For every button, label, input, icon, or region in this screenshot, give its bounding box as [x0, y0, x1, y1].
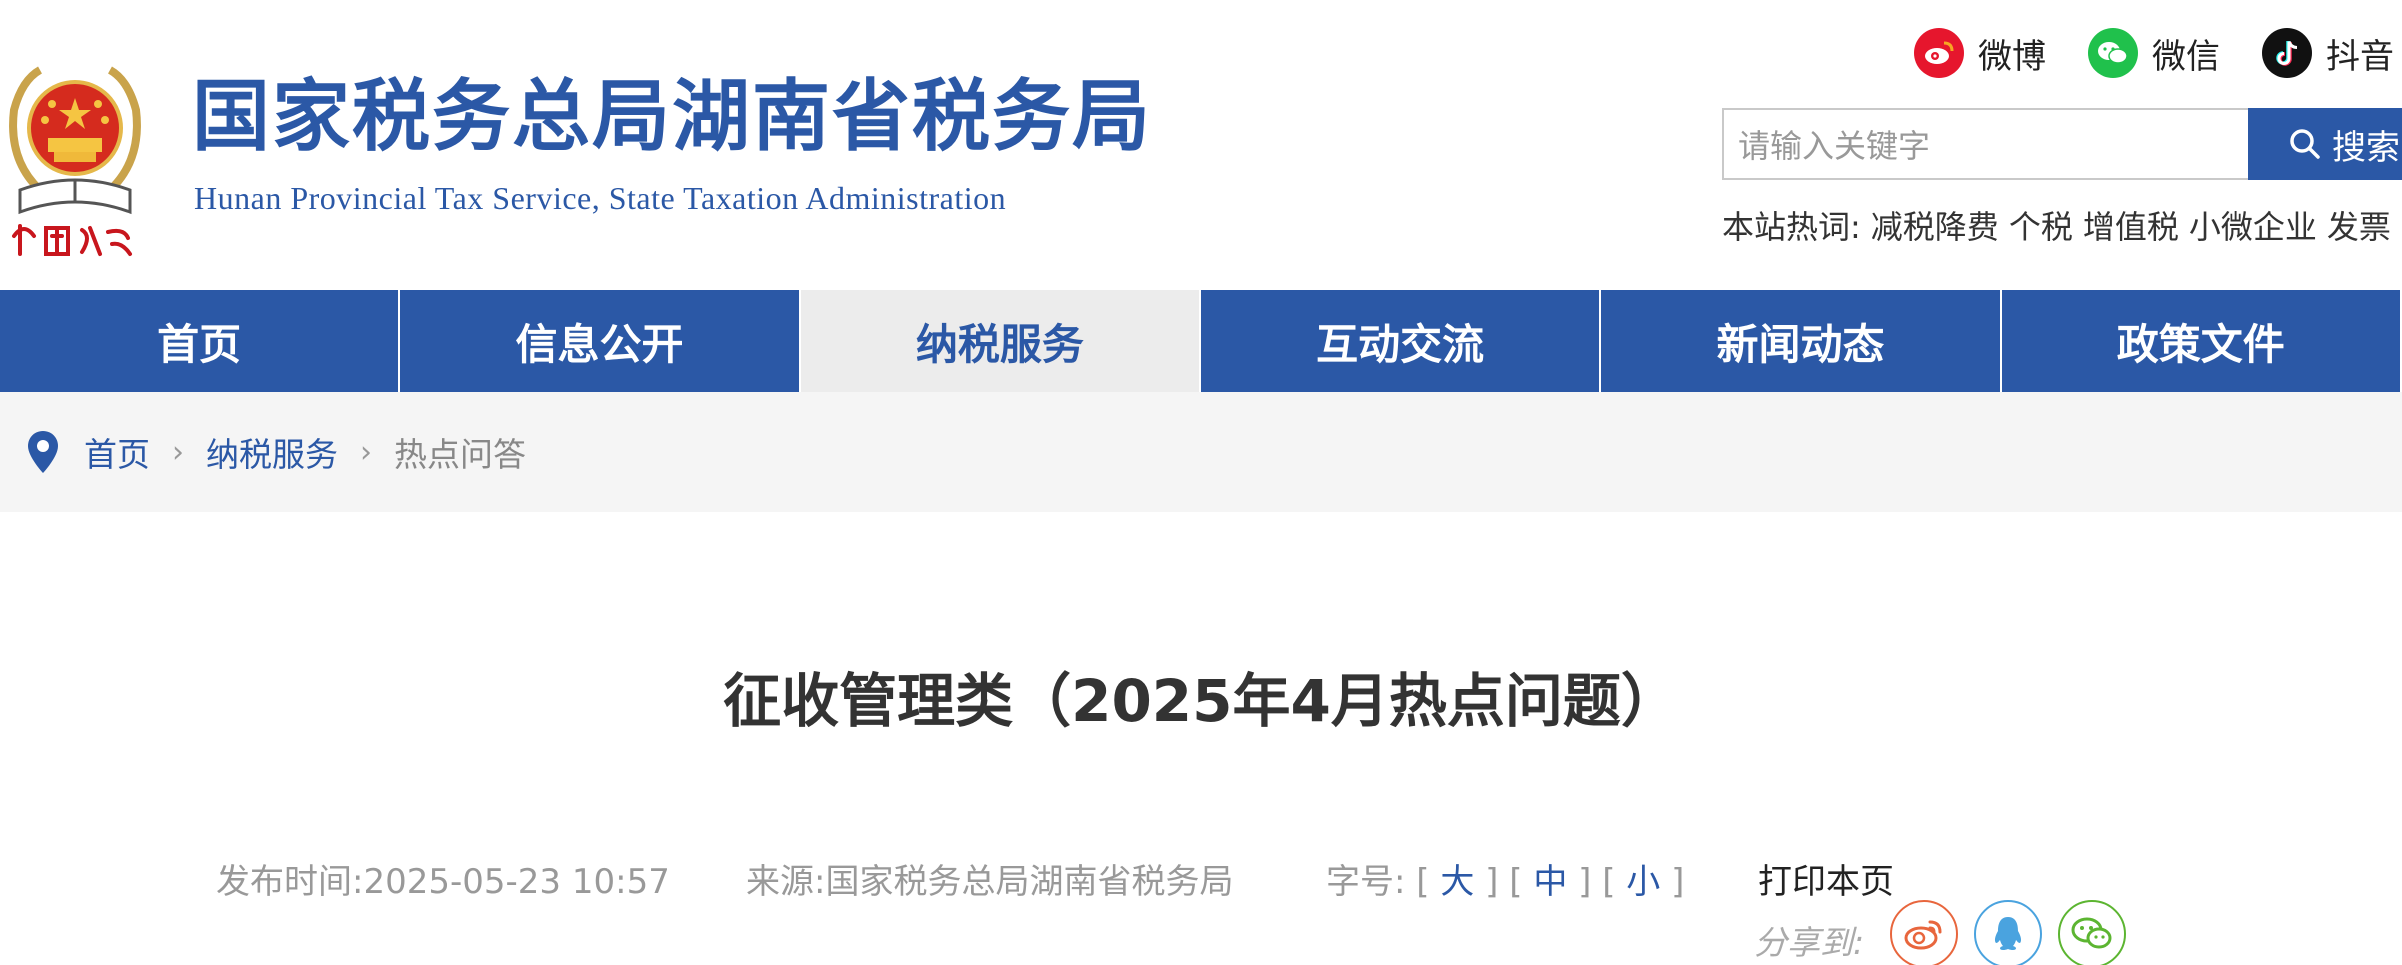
nav-item-policy-docs[interactable]: 政策文件: [2002, 290, 2402, 392]
site-subtitle: Hunan Provincial Tax Service, State Taxa…: [194, 180, 1007, 216]
publish-time: 发布时间:2025-05-23 10:57: [216, 854, 670, 903]
search-icon: [2290, 129, 2320, 159]
font-size-label: 字号:: [1326, 862, 1406, 902]
search-button-label: 搜索: [2332, 127, 2400, 168]
breadcrumb: 首页 › 纳税服务 › 热点问答: [0, 392, 2402, 512]
wechat-link[interactable]: 微信: [2088, 28, 2220, 78]
hotword-link[interactable]: 小微企业: [2189, 202, 2317, 248]
hotwords-label: 本站热词:: [1722, 208, 1861, 246]
font-size-small[interactable]: 小: [1626, 862, 1660, 902]
source-label: 来源:: [746, 862, 826, 902]
nav-item-info-disclosure[interactable]: 信息公开: [400, 290, 801, 392]
wechat-icon: [2088, 28, 2138, 78]
breadcrumb-tax-service[interactable]: 纳税服务: [206, 428, 338, 476]
share-qq-button[interactable]: [1974, 900, 2042, 965]
qq-icon: [1994, 917, 2022, 950]
weibo-icon: [1904, 920, 1942, 950]
nav-item-news[interactable]: 新闻动态: [1601, 290, 2002, 392]
national-emblem-logo[interactable]: [0, 40, 150, 260]
article-source: 来源:国家税务总局湖南省税务局: [746, 854, 1233, 903]
hotword-link[interactable]: 增值税: [2083, 202, 2179, 248]
article-title: 征收管理类（2025年4月热点问题）: [723, 667, 1679, 735]
wechat-label: 微信: [2152, 36, 2220, 77]
location-pin-icon: [28, 431, 58, 473]
nav-item-interaction[interactable]: 互动交流: [1201, 290, 1602, 392]
breadcrumb-current: 热点问答: [394, 435, 526, 474]
douyin-label: 抖音: [2326, 36, 2394, 77]
nav-item-tax-service[interactable]: 纳税服务: [800, 290, 1201, 392]
douyin-icon: [2262, 28, 2312, 78]
hotword-link[interactable]: 个税: [2009, 202, 2073, 248]
site-header: 国家税务总局湖南省税务局 Hunan Provincial Tax Servic…: [0, 0, 2402, 290]
chevron-right-icon: ›: [360, 434, 372, 470]
publish-label: 发布时间:: [216, 862, 364, 902]
search-placeholder: 请输入关键字: [1738, 127, 1931, 165]
share-weibo-button[interactable]: [1890, 900, 1958, 965]
chevron-right-icon: ›: [172, 434, 184, 470]
share-wechat-button[interactable]: [2058, 900, 2126, 965]
wechat-icon: [2071, 917, 2112, 949]
font-size-switcher: 字号: [ 大 ] [ 中 ] [ 小 ]: [1326, 862, 1685, 902]
weibo-icon: [1914, 28, 1964, 78]
hotwords-bar: 本站热词: 减税降费 个税 增值税 小微企业 发票: [1722, 202, 2391, 248]
search-button[interactable]: 搜索: [2248, 108, 2402, 180]
weibo-link[interactable]: 微博: [1914, 28, 2046, 78]
search-input[interactable]: 请输入关键字: [1722, 108, 2250, 180]
breadcrumb-home[interactable]: 首页: [84, 428, 150, 476]
source-value: 国家税务总局湖南省税务局: [825, 862, 1234, 902]
share-label: 分享到:: [1754, 923, 1865, 962]
hotword-link[interactable]: 减税降费: [1871, 202, 1999, 248]
douyin-link[interactable]: 抖音: [2262, 28, 2394, 78]
weibo-label: 微博: [1978, 36, 2046, 77]
main-nav: 首页 信息公开 纳税服务 互动交流 新闻动态 政策文件: [0, 290, 2402, 392]
nav-item-home[interactable]: 首页: [0, 290, 401, 392]
print-page-link[interactable]: 打印本页: [1758, 854, 1894, 903]
hotword-link[interactable]: 发票: [2327, 202, 2391, 248]
font-size-large[interactable]: 大: [1440, 862, 1474, 902]
site-title[interactable]: 国家税务总局湖南省税务局: [192, 78, 1152, 156]
publish-value: 2025-05-23 10:57: [363, 862, 670, 902]
font-size-medium[interactable]: 中: [1533, 862, 1567, 902]
